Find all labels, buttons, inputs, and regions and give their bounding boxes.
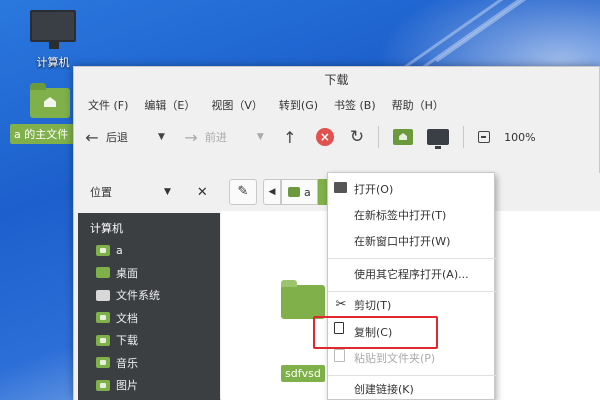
reload-icon[interactable]: ↻ [350, 127, 364, 147]
documents-folder-icon [96, 312, 110, 324]
menubar: 文件 (F) 编辑（E） 视图（V） 转到(G) 书签 (B) 帮助（H） [74, 93, 599, 117]
menu-go[interactable]: 转到(G) [273, 97, 324, 113]
menu-edit[interactable]: 编辑（E） [138, 97, 201, 113]
sidebar-item-label: 图片 [116, 379, 138, 393]
stop-icon[interactable]: × [315, 128, 334, 146]
menu-bookmarks[interactable]: 书签 (B) [328, 97, 382, 113]
menu-item-make-link[interactable]: 创建链接(K) [328, 376, 496, 400]
sidebar: 位置 ▼ ✕ 计算机 a 桌面 文件系统 文档 下载 音乐 图片 视频 [74, 173, 220, 400]
back-history-dropdown[interactable]: ▼ [158, 132, 165, 142]
home-folder-icon [288, 187, 300, 197]
sidebar-item-downloads[interactable]: 下载 [78, 329, 220, 352]
folder-icon [334, 182, 347, 193]
menu-separator [328, 258, 496, 259]
sidebar-item-label: 文件系统 [116, 289, 160, 303]
folder-icon [281, 280, 325, 319]
menu-item-label: 创建链接(K) [354, 383, 414, 396]
menu-item-label: 剪切(T) [354, 299, 392, 312]
edit-location-button[interactable]: ✎ [229, 179, 257, 205]
up-arrow-icon[interactable]: ↑ [280, 128, 300, 147]
menu-item-label: 在新窗口中打开(W) [354, 235, 451, 248]
sidebar-item-music[interactable]: 音乐 [78, 352, 220, 375]
back-button[interactable]: ← 后退 [82, 123, 128, 151]
forward-history-dropdown[interactable]: ▼ [257, 132, 264, 142]
downloads-folder-icon [96, 334, 110, 346]
sidebar-item-documents[interactable]: 文档 [78, 307, 220, 330]
menu-item-open[interactable]: 打开(O) [328, 176, 496, 202]
pencil-icon: ✎ [237, 184, 249, 199]
desktop-computer-label: 计算机 [36, 56, 70, 69]
folder-item[interactable] [281, 280, 325, 319]
sidebar-item-pictures[interactable]: 图片 [78, 374, 220, 397]
sidebar-item-home[interactable]: a [78, 239, 220, 262]
computer-button-icon[interactable] [427, 129, 450, 149]
breadcrumb-home[interactable]: a [281, 179, 318, 205]
sidebar-item-label: 桌面 [116, 266, 138, 280]
places-list: 计算机 a 桌面 文件系统 文档 下载 音乐 图片 视频 [78, 213, 220, 400]
sidebar-item-label: 文档 [116, 311, 138, 325]
sidebar-close-icon[interactable]: ✕ [197, 185, 208, 200]
sidebar-item-desktop[interactable]: 桌面 [78, 262, 220, 285]
home-folder-icon [96, 244, 110, 256]
caret-left-icon: ◀ [268, 187, 276, 197]
menu-item-open-new-window[interactable]: 在新窗口中打开(W) [328, 228, 496, 254]
paste-icon [334, 349, 345, 362]
sidebar-header: 位置 ▼ ✕ [78, 173, 220, 211]
computer-icon [30, 10, 76, 49]
sidebar-places-label: 位置 [90, 186, 112, 199]
pictures-folder-icon [96, 379, 110, 391]
path-scroll-left-button[interactable]: ◀ [263, 179, 281, 205]
filesystem-icon [96, 289, 110, 301]
sidebar-item-videos[interactable]: 视频 [78, 397, 220, 400]
menu-item-open-new-tab[interactable]: 在新标签中打开(T) [328, 202, 496, 228]
toolbar-separator [378, 126, 380, 148]
forward-label: 前进 [204, 131, 227, 144]
toolbar-separator-2 [463, 126, 465, 148]
zoom-level: 100% [504, 130, 536, 144]
window-title: 下载 [74, 67, 599, 93]
arrow-left-icon: ← [85, 127, 99, 147]
music-folder-icon [96, 357, 110, 369]
scissors-icon: ✂ [335, 297, 347, 312]
home-folder-icon [30, 83, 70, 118]
places-section-heading: 计算机 [90, 222, 123, 235]
folder-name-label: sdfvsd [281, 365, 325, 382]
menu-file[interactable]: 文件 (F) [82, 97, 134, 113]
copy-highlight-box [313, 316, 438, 349]
desktop-folder-icon [96, 267, 110, 279]
menu-help[interactable]: 帮助（H） [386, 97, 450, 113]
context-menu: 打开(O) 在新标签中打开(T) 在新窗口中打开(W) 使用其它程序打开(A).… [327, 172, 496, 400]
sidebar-item-label: 音乐 [116, 356, 138, 370]
menu-item-label: 在新标签中打开(T) [354, 209, 447, 222]
zoom-out-icon[interactable] [478, 131, 491, 143]
sidebar-item-label: a [116, 243, 123, 257]
breadcrumb-label: a [304, 185, 311, 199]
forward-button[interactable]: → 前进 [181, 123, 227, 151]
home-button-icon[interactable] [393, 129, 414, 145]
menu-item-cut[interactable]: ✂ 剪切(T) [328, 292, 496, 318]
menu-item-open-with[interactable]: 使用其它程序打开(A)... [328, 261, 496, 287]
sidebar-item-filesystem[interactable]: 文件系统 [78, 284, 220, 307]
sidebar-item-label: 下载 [116, 334, 138, 348]
desktop-computer-shortcut[interactable]: 计算机 [26, 10, 80, 70]
menu-view[interactable]: 视图（V） [205, 97, 269, 113]
toolbar: ← 后退 ▼ → 前进 ▼ ↑ × ↻ 100% [74, 117, 599, 157]
menu-item-label: 打开(O) [354, 183, 394, 196]
sidebar-dropdown-icon[interactable]: ▼ [164, 187, 171, 197]
menu-item-label: 粘贴到文件夹(P) [354, 352, 436, 365]
back-label: 后退 [106, 131, 128, 144]
menu-item-label: 使用其它程序打开(A)... [354, 268, 469, 281]
arrow-right-icon: → [184, 127, 198, 147]
